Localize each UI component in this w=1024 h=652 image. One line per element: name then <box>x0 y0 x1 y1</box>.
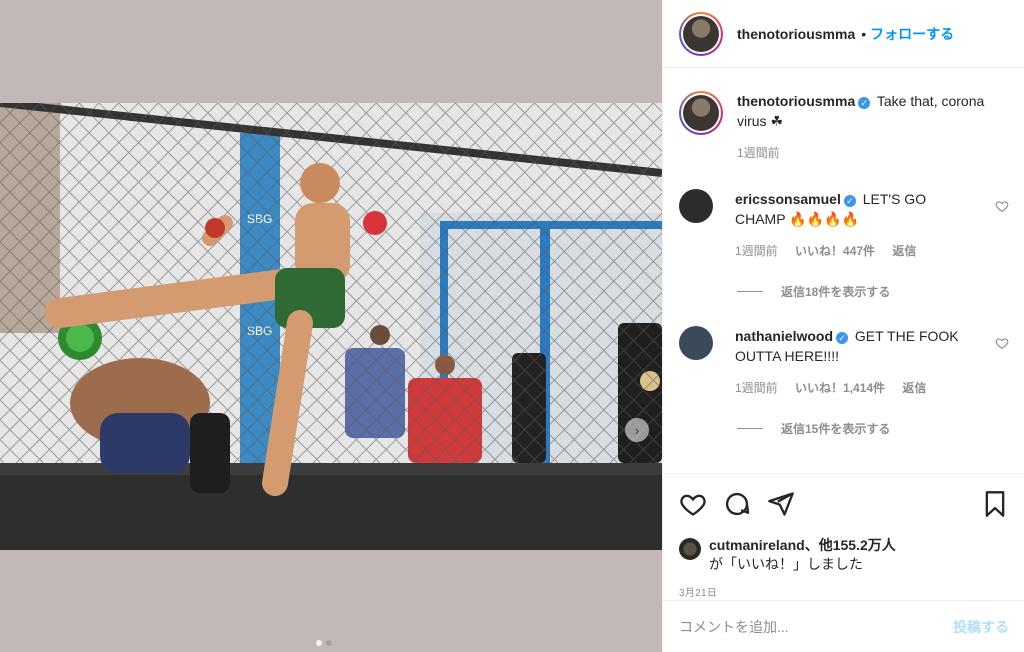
likes-count[interactable]: 、他155.2万人 <box>805 537 896 553</box>
caption: thenotoriousmma ✓ Take that, corona virus… <box>679 69 1009 163</box>
view-replies-label: 返信15件を表示する <box>781 422 891 436</box>
post-side-panel: thenotoriousmma • フォローする thenotoriousmma… <box>662 0 1024 652</box>
comment-item: ericssonsamuel ✓ LET'S GO CHAMP 🔥🔥🔥🔥 1週間前… <box>679 189 1009 261</box>
caption-username[interactable]: thenotoriousmma <box>737 93 855 109</box>
view-replies-button[interactable]: 返信15件を表示する <box>737 420 1009 437</box>
comment-icon[interactable] <box>723 490 751 518</box>
view-replies-button[interactable]: 返信18件を表示する <box>737 283 1009 300</box>
comment-item: nathanielwood ✓ GET THE FOOK OUTTA HERE!!… <box>679 326 1009 398</box>
author-avatar[interactable] <box>679 11 723 56</box>
comment-heart-icon[interactable] <box>995 199 1009 213</box>
carousel-dots <box>316 640 332 646</box>
caption-time[interactable]: 1週間前 <box>737 146 780 160</box>
carousel-next-chevron-right-icon[interactable]: › <box>625 418 649 442</box>
author-username[interactable]: thenotoriousmma <box>737 26 855 42</box>
follow-button[interactable]: フォローする <box>870 24 954 44</box>
post-date[interactable]: 3月21日 <box>679 584 1009 599</box>
carousel-dot-active[interactable] <box>316 640 322 646</box>
comment-username[interactable]: nathanielwood <box>735 328 833 344</box>
liker-avatar[interactable] <box>679 538 701 560</box>
header-separator: • <box>861 25 867 42</box>
post-actions: cutmanireland、他155.2万人 が「いいね！」しました 3月21日 <box>663 473 1024 599</box>
bookmark-icon[interactable] <box>981 490 1009 518</box>
share-icon[interactable] <box>767 490 795 518</box>
carousel-dot[interactable] <box>326 640 332 646</box>
comment-likes[interactable]: いいね！1,414件 <box>795 381 885 395</box>
media-pane: SBG SBG <box>0 0 662 652</box>
reply-button[interactable]: 返信 <box>902 381 926 395</box>
liker-username[interactable]: cutmanireland <box>709 537 805 553</box>
caption-avatar[interactable] <box>679 91 723 135</box>
post-photo[interactable]: SBG SBG <box>0 103 662 550</box>
comment-username[interactable]: ericssonsamuel <box>735 191 841 207</box>
comment-avatar[interactable] <box>679 326 713 360</box>
likes-line2: が「いいね！」しました <box>709 556 863 572</box>
heart-icon[interactable] <box>679 490 707 518</box>
comment-avatar[interactable] <box>679 189 713 223</box>
comment-input[interactable] <box>679 618 953 635</box>
post-comment-button[interactable]: 投稿する <box>953 617 1009 637</box>
comments-list[interactable]: thenotoriousmma ✓ Take that, corona virus… <box>663 69 1024 473</box>
comment-heart-icon[interactable] <box>995 336 1009 350</box>
comment-composer: 投稿する <box>663 600 1024 652</box>
verified-icon: ✓ <box>858 97 871 109</box>
verified-icon: ✓ <box>836 332 848 344</box>
comment-time[interactable]: 1週間前 <box>735 381 778 395</box>
likes-summary: cutmanireland、他155.2万人 が「いいね！」しました <box>679 536 1009 574</box>
photo-illustration: SBG SBG <box>0 103 662 550</box>
reply-button[interactable]: 返信 <box>892 244 916 258</box>
post-header: thenotoriousmma • フォローする <box>663 0 1024 68</box>
verified-icon: ✓ <box>843 195 856 207</box>
comment-likes[interactable]: いいね！447件 <box>795 244 875 258</box>
view-replies-label: 返信18件を表示する <box>781 285 891 299</box>
comment-time[interactable]: 1週間前 <box>735 244 778 258</box>
